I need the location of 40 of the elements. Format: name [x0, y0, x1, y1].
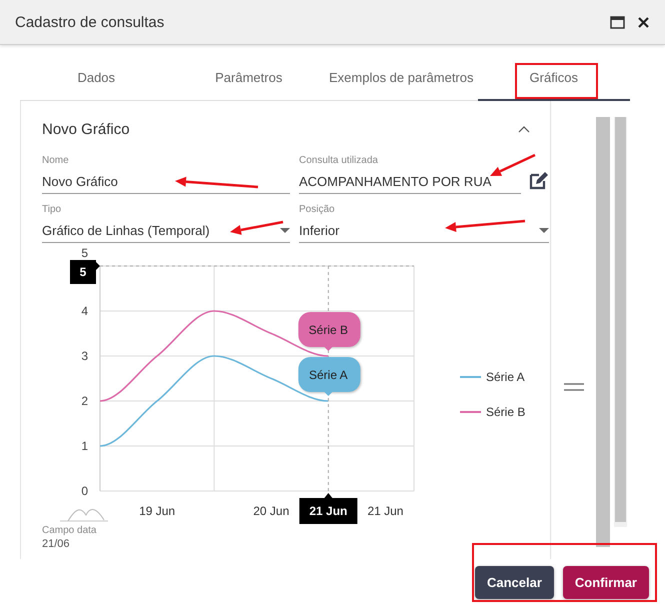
- window-title: Cadastro de consultas: [15, 14, 166, 30]
- field-value: 21/06: [42, 538, 71, 550]
- x-tick-label: 21 Jun: [367, 504, 404, 518]
- confirm-button[interactable]: Confirmar: [562, 566, 649, 599]
- dropdown-icon: [539, 228, 549, 232]
- x-tick-label: 19 Jun: [139, 504, 176, 518]
- y-tick-label: 4: [81, 304, 88, 318]
- drag-handle-icon[interactable]: [564, 383, 584, 391]
- legend-label: Série A: [486, 370, 525, 384]
- y-tick-label: 0: [81, 484, 88, 498]
- y-tick-label: 1: [81, 439, 88, 453]
- x-marker-label: 21 Jun: [299, 493, 358, 524]
- legend-label: Série B: [486, 405, 526, 419]
- field-label: Posição: [299, 204, 335, 216]
- tab[interactable]: Dados: [20, 55, 172, 101]
- field-label: Consulta utilizada: [299, 155, 378, 167]
- tab[interactable]: Exemplos de parâmetros: [325, 55, 478, 101]
- cancel-button[interactable]: Cancelar: [474, 566, 554, 599]
- close-button[interactable]: [635, 14, 651, 30]
- maximize-icon: [610, 16, 624, 28]
- maximize-button[interactable]: [609, 14, 625, 30]
- edit-icon[interactable]: [529, 171, 549, 190]
- y-marker-label: 5: [70, 260, 100, 284]
- close-icon: [638, 16, 648, 28]
- y-tick-label: 3: [81, 349, 88, 363]
- card-title: Novo Gráfico: [42, 120, 130, 138]
- navigator-icon: [60, 509, 108, 522]
- y-tick-label: 5: [80, 265, 87, 279]
- annotation-arrow: [230, 220, 284, 235]
- field-label: Tipo: [42, 204, 62, 216]
- y-tick-label: 2: [81, 394, 88, 408]
- collapse-icon[interactable]: [518, 125, 530, 133]
- field-label: Nome: [42, 155, 69, 167]
- tab[interactable]: Gráficos: [478, 55, 630, 101]
- dropdown-icon: [280, 228, 290, 232]
- x-tick-label: 20 Jun: [253, 504, 290, 518]
- field-label: Campo data: [42, 525, 98, 536]
- tab[interactable]: Parâmetros: [172, 55, 325, 101]
- y-tick-label: 5: [81, 247, 88, 260]
- annotation-arrow: [490, 154, 536, 176]
